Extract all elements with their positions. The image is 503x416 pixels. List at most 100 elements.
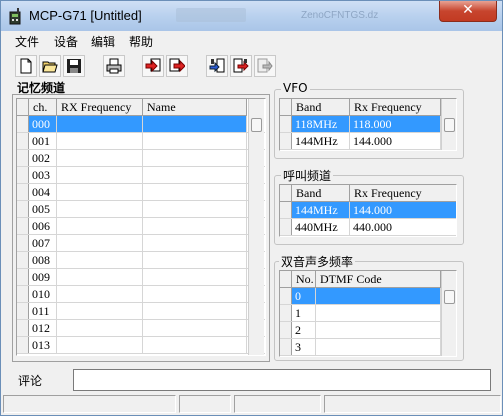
row-indicator[interactable] [280, 339, 292, 355]
memory-cell-ch[interactable]: 012 [29, 320, 57, 336]
column-header-rx-frequency[interactable]: Rx Frequency [350, 185, 456, 202]
memory-row[interactable]: 001 [17, 133, 265, 150]
vfo-cell-rx[interactable]: 144.000 [350, 133, 441, 149]
memory-cell-name[interactable] [143, 218, 247, 234]
import-button[interactable] [142, 55, 164, 77]
memory-cell-ch[interactable]: 005 [29, 201, 57, 217]
call-cell-band[interactable]: 440MHz [292, 219, 350, 235]
column-header-band[interactable]: Band [292, 185, 350, 202]
dtmf-cell-code[interactable] [316, 288, 441, 304]
memory-cell-name[interactable] [143, 337, 247, 353]
row-indicator[interactable] [17, 320, 29, 336]
memory-cell-name[interactable] [143, 133, 247, 149]
memory-cell-name[interactable] [143, 150, 247, 166]
read-from-radio-button[interactable] [206, 55, 228, 77]
row-indicator[interactable] [17, 167, 29, 183]
dtmf-cell-no[interactable]: 0 [292, 288, 316, 304]
call-cell-rx[interactable]: 144.000 [350, 202, 456, 218]
print-button[interactable] [103, 55, 125, 77]
row-indicator[interactable] [280, 116, 292, 132]
memory-cell-name[interactable] [143, 235, 247, 251]
column-header-dtmf-code[interactable]: DTMF Code [316, 271, 441, 288]
memory-cell-ch[interactable]: 009 [29, 269, 57, 285]
column-header-ch[interactable]: ch. [29, 99, 57, 116]
memory-row[interactable]: 012 [17, 320, 265, 337]
memory-cell-ch[interactable]: 003 [29, 167, 57, 183]
dtmf-cell-no[interactable]: 1 [292, 305, 316, 321]
dtmf-scroll-thumb[interactable] [444, 290, 455, 304]
memory-row[interactable]: 002 [17, 150, 265, 167]
memory-cell-ch[interactable]: 006 [29, 218, 57, 234]
memory-cell-ch[interactable]: 001 [29, 133, 57, 149]
vfo-cell-band[interactable]: 118MHz [292, 116, 350, 132]
memory-cell-ch[interactable]: 011 [29, 303, 57, 319]
memory-cell-name[interactable] [143, 201, 247, 217]
memory-cell-ch[interactable]: 004 [29, 184, 57, 200]
memory-cell-name[interactable] [143, 184, 247, 200]
memory-row[interactable]: 008 [17, 252, 265, 269]
memory-cell-rx[interactable] [57, 303, 143, 319]
save-button[interactable] [63, 55, 85, 77]
memory-cell-rx[interactable] [57, 320, 143, 336]
row-indicator[interactable] [17, 150, 29, 166]
memory-cell-name[interactable] [143, 116, 247, 132]
row-indicator[interactable] [17, 133, 29, 149]
memory-row[interactable]: 003 [17, 167, 265, 184]
row-indicator[interactable] [17, 235, 29, 251]
row-indicator[interactable] [280, 305, 292, 321]
row-indicator[interactable] [17, 218, 29, 234]
memory-cell-rx[interactable] [57, 201, 143, 217]
column-header-name[interactable]: Name [143, 99, 247, 116]
row-indicator[interactable] [17, 337, 29, 353]
title-bar[interactable]: MCP-G71 [Untitled] ZenoCFNTGS.dz ✕ [1, 1, 502, 31]
export-button[interactable] [166, 55, 188, 77]
memory-cell-name[interactable] [143, 269, 247, 285]
column-header-rx-frequency[interactable]: RX Frequency [57, 99, 143, 116]
dtmf-scrollbar[interactable] [441, 271, 456, 356]
memory-row[interactable]: 013 [17, 337, 265, 354]
memory-cell-name[interactable] [143, 252, 247, 268]
vfo-scroll-thumb[interactable] [444, 118, 455, 132]
memory-row[interactable]: 000 [17, 116, 265, 133]
vfo-grid[interactable]: Band Rx Frequency 118MHz 118.000 144MHz 144… [279, 98, 457, 151]
dtmf-row[interactable]: 0 [280, 288, 456, 305]
vfo-cell-band[interactable]: 144MHz [292, 133, 350, 149]
memory-row[interactable]: 009 [17, 269, 265, 286]
row-indicator[interactable] [280, 133, 292, 149]
close-button[interactable]: ✕ [439, 1, 497, 22]
memory-cell-name[interactable] [143, 320, 247, 336]
row-indicator[interactable] [17, 184, 29, 200]
menu-file[interactable]: 文件 [15, 33, 39, 50]
vfo-scrollbar[interactable] [441, 99, 456, 150]
vfo-cell-rx[interactable]: 118.000 [350, 116, 441, 132]
row-indicator[interactable] [17, 269, 29, 285]
memory-cell-rx[interactable] [57, 218, 143, 234]
dtmf-cell-code[interactable] [316, 339, 441, 355]
memory-cell-name[interactable] [143, 303, 247, 319]
memory-row[interactable]: 010 [17, 286, 265, 303]
dtmf-grid[interactable]: No. DTMF Code 0123 [279, 270, 457, 357]
row-indicator[interactable] [17, 303, 29, 319]
memory-row[interactable]: 004 [17, 184, 265, 201]
memory-cell-rx[interactable] [57, 167, 143, 183]
row-indicator[interactable] [280, 322, 292, 338]
dtmf-row[interactable]: 2 [280, 322, 456, 339]
column-header-band[interactable]: Band [292, 99, 350, 116]
memory-cell-rx[interactable] [57, 116, 143, 132]
vfo-row[interactable]: 118MHz 118.000 [280, 116, 456, 133]
dtmf-row[interactable]: 1 [280, 305, 456, 322]
dtmf-cell-code[interactable] [316, 322, 441, 338]
memory-cell-name[interactable] [143, 167, 247, 183]
memory-cell-ch[interactable]: 002 [29, 150, 57, 166]
memory-cell-ch[interactable]: 000 [29, 116, 57, 132]
row-indicator[interactable] [17, 201, 29, 217]
memory-row[interactable]: 005 [17, 201, 265, 218]
dtmf-cell-no[interactable]: 3 [292, 339, 316, 355]
menu-edit[interactable]: 编辑 [91, 33, 115, 50]
row-indicator[interactable] [17, 252, 29, 268]
memory-cell-rx[interactable] [57, 337, 143, 353]
memory-cell-rx[interactable] [57, 150, 143, 166]
row-indicator[interactable] [280, 219, 292, 235]
row-indicator[interactable] [17, 116, 29, 132]
memory-scroll-thumb[interactable] [251, 118, 262, 132]
